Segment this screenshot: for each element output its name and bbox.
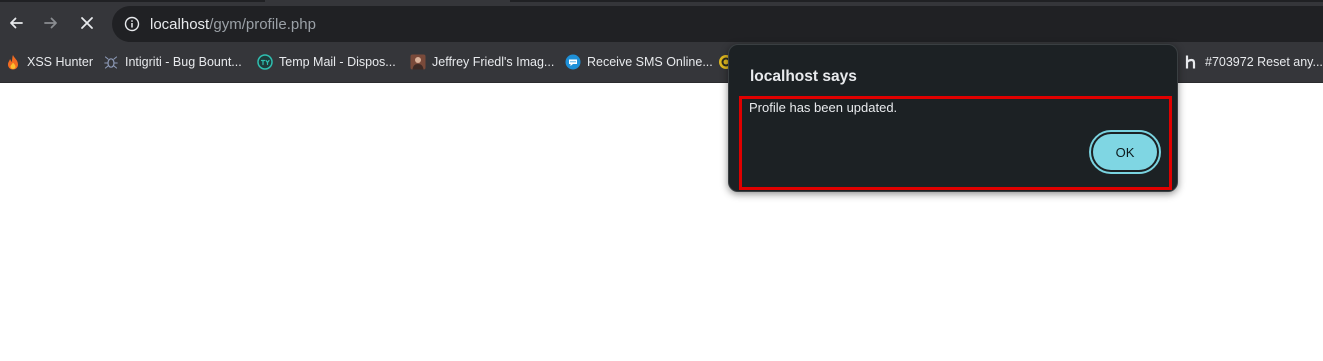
bookmark-label: XSS Hunter — [27, 55, 94, 69]
flame-icon — [5, 54, 21, 70]
bookmark-item[interactable]: Temp Mail - Dispos... — [257, 51, 396, 73]
back-button[interactable] — [3, 10, 29, 36]
arrow-left-icon — [10, 17, 23, 29]
dialog-title: localhost says — [750, 68, 857, 85]
close-icon — [81, 17, 93, 29]
ok-button[interactable]: OK — [1089, 130, 1161, 174]
photo-icon — [410, 54, 426, 70]
bookmark-item[interactable]: #703972 Reset any... — [1183, 51, 1323, 73]
address-bar[interactable]: localhost/gym/profile.php — [112, 6, 1323, 42]
info-icon — [124, 16, 140, 32]
forward-button[interactable] — [38, 10, 64, 36]
arrow-right-icon — [44, 17, 57, 29]
bug-icon — [103, 54, 119, 70]
url-path: /gym/profile.php — [209, 15, 316, 33]
browser-window: localhost/gym/profile.php XSS Hunter Int… — [0, 0, 1323, 361]
site-info-button[interactable] — [114, 6, 150, 42]
hackerone-icon — [1183, 54, 1199, 70]
bookmark-item[interactable]: Intigriti - Bug Bount... — [103, 51, 242, 73]
stop-loading-button[interactable] — [74, 10, 100, 36]
ok-button-label: OK — [1093, 134, 1157, 170]
bookmark-item[interactable]: Receive SMS Online... — [565, 51, 713, 73]
browser-toolbar: localhost/gym/profile.php — [0, 0, 1323, 43]
address-bar-url: localhost/gym/profile.php — [150, 16, 316, 33]
bookmark-item[interactable]: Jeffrey Friedl's Imag... — [410, 51, 554, 73]
bookmark-label: Intigriti - Bug Bount... — [125, 55, 242, 69]
bookmark-item[interactable]: XSS Hunter — [5, 51, 93, 73]
url-host: localhost — [150, 15, 210, 33]
bookmark-label: Jeffrey Friedl's Imag... — [432, 55, 555, 69]
tab-strip-edge — [510, 0, 1323, 2]
bookmark-label: #703972 Reset any... — [1205, 55, 1323, 69]
bookmark-label: Temp Mail - Dispos... — [279, 55, 396, 69]
tab-strip-edge — [0, 0, 265, 2]
bookmark-label: Receive SMS Online... — [587, 55, 713, 69]
chat-bubble-icon — [565, 54, 581, 70]
temp-mail-icon — [257, 54, 273, 70]
dialog-message: Profile has been updated. — [749, 100, 898, 115]
